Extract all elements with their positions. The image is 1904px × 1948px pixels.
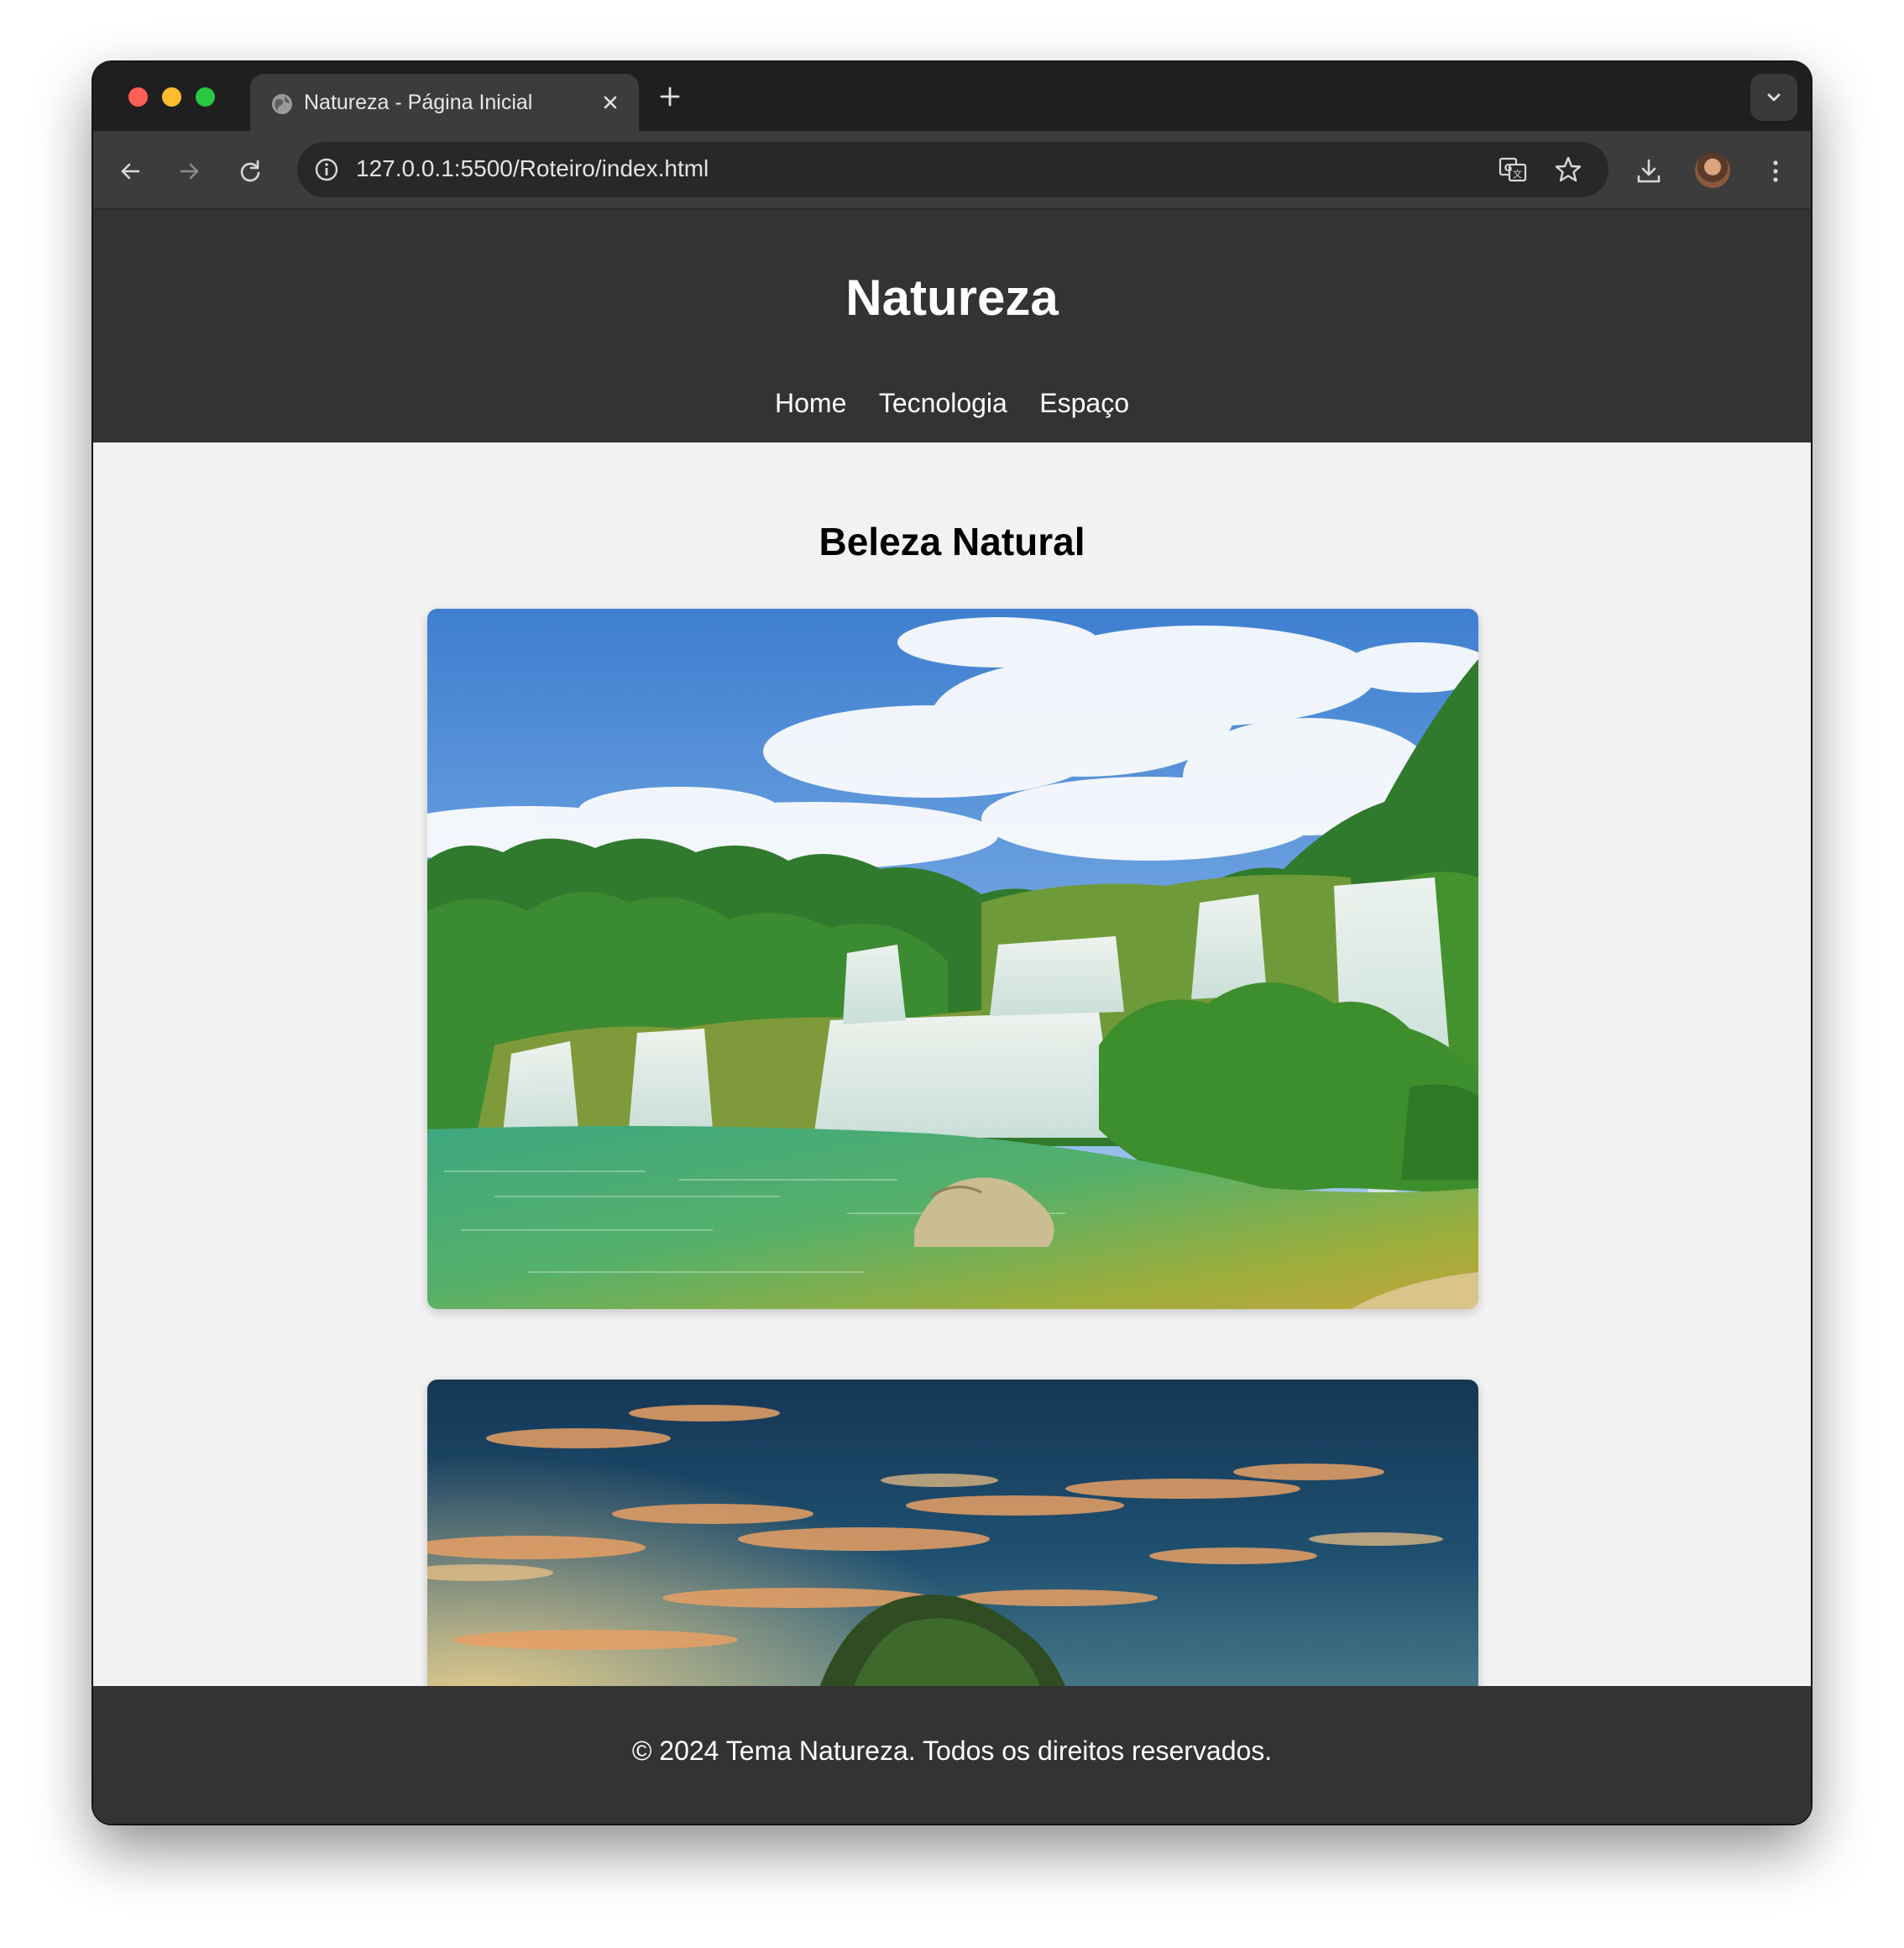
svg-text:文: 文 xyxy=(1513,168,1522,180)
tab-close-icon[interactable] xyxy=(599,91,622,114)
url-text[interactable]: 127.0.0.1:5500/Roteiro/index.html xyxy=(356,155,709,182)
footer-copyright: © 2024 Tema Natureza. Todos os direitos … xyxy=(631,1736,1273,1766)
tab-title: Natureza - Página Inicial xyxy=(304,91,533,114)
nav-link-home[interactable]: Home xyxy=(775,388,846,419)
browser-toolbar: 127.0.0.1:5500/Roteiro/index.html G 文 xyxy=(93,131,1811,210)
avatar[interactable] xyxy=(1695,153,1730,188)
address-bar[interactable]: 127.0.0.1:5500/Roteiro/index.html G 文 xyxy=(297,142,1608,197)
globe-favicon-icon xyxy=(272,94,292,114)
page-content: Natureza Home Tecnologia Espaço Beleza N… xyxy=(93,210,1811,1824)
bookmark-star-icon[interactable] xyxy=(1553,154,1583,185)
translate-icon[interactable]: G 文 xyxy=(1498,154,1528,185)
minimize-window-button[interactable] xyxy=(162,87,181,107)
reload-icon[interactable] xyxy=(236,157,264,186)
close-window-button[interactable] xyxy=(128,87,148,107)
svg-text:G: G xyxy=(1504,162,1513,174)
site-title: Natureza xyxy=(845,270,1059,326)
main-nav: Home Tecnologia Espaço xyxy=(93,388,1811,419)
forward-icon[interactable] xyxy=(175,157,204,186)
tab-search-button[interactable] xyxy=(1750,74,1797,121)
section-title: Beleza Natural xyxy=(819,520,1085,563)
download-icon[interactable] xyxy=(1635,157,1663,186)
maximize-window-button[interactable] xyxy=(196,87,215,107)
tab-active[interactable]: Natureza - Página Inicial xyxy=(250,74,639,131)
site-info-icon[interactable] xyxy=(312,155,341,184)
new-tab-plus-icon[interactable] xyxy=(657,84,683,109)
nav-link-tecnologia[interactable]: Tecnologia xyxy=(879,388,1007,419)
nav-link-espaco[interactable]: Espaço xyxy=(1039,388,1129,419)
site-footer: © 2024 Tema Natureza. Todos os direitos … xyxy=(93,1686,1811,1824)
tab-search-chevron-icon xyxy=(1767,93,1781,102)
tab-strip: Natureza - Página Inicial xyxy=(93,62,1811,131)
browser-window: Natureza - Página Inicial 127.0.0.1:5500… xyxy=(93,62,1811,1824)
back-icon[interactable] xyxy=(116,157,144,186)
more-menu-icon[interactable] xyxy=(1761,157,1790,186)
waterfall-landscape-image xyxy=(427,609,1478,1309)
site-header: Natureza Home Tecnologia Espaço xyxy=(93,210,1811,442)
